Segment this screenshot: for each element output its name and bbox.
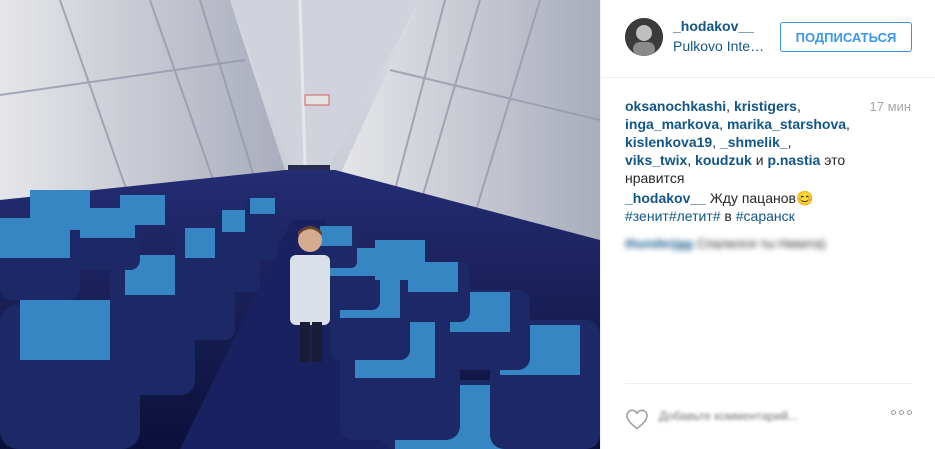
- likes-separator: ,: [719, 116, 727, 132]
- like-user[interactable]: viks_twix: [625, 152, 687, 168]
- airplane-cabin-image: [0, 0, 600, 449]
- likes-separator: ,: [796, 98, 801, 114]
- instagram-post: _hodakov__ Pulkovo International Airport…: [0, 0, 935, 449]
- post-time: 17 мин: [869, 99, 911, 114]
- more-options-icon[interactable]: [891, 410, 912, 415]
- hashtag-zenit[interactable]: #зенит: [625, 208, 669, 224]
- like-user[interactable]: oksanochkashi: [625, 98, 726, 114]
- hashtag-letit[interactable]: #летит#: [669, 208, 721, 224]
- likes-separator: ,: [787, 134, 792, 150]
- like-user[interactable]: inga_markova: [625, 116, 719, 132]
- comment-text: Спалился ты Никита): [696, 236, 826, 251]
- hashtag-saransk[interactable]: #саранск: [736, 208, 795, 224]
- follow-button[interactable]: ПОДПИСАТЬСЯ: [780, 22, 912, 52]
- like-user[interactable]: _shmelik_: [720, 134, 788, 150]
- dot-icon: [891, 410, 896, 415]
- like-user[interactable]: marika_starshova: [727, 116, 846, 132]
- like-user[interactable]: koudzuk: [695, 152, 752, 168]
- post-caption: _hodakov__ Жду пацанов😊 #зенит#летит# в #…: [625, 189, 905, 225]
- username-link[interactable]: _hodakov__: [673, 18, 754, 34]
- likes-separator: ,: [712, 134, 720, 150]
- post-actions: [625, 383, 912, 449]
- heart-icon[interactable]: [625, 408, 649, 430]
- avatar[interactable]: [625, 18, 663, 56]
- comment-input[interactable]: [659, 409, 859, 423]
- comment-username[interactable]: thunderjgg: [625, 236, 693, 251]
- location-link[interactable]: Pulkovo International Airport: [673, 38, 768, 54]
- post-photo[interactable]: [0, 0, 600, 449]
- caption-username[interactable]: _hodakov__: [625, 190, 706, 206]
- likes-and: и: [751, 152, 768, 168]
- likes-separator: ,: [687, 152, 696, 168]
- smile-emoji-icon: 😊: [795, 190, 814, 206]
- dot-icon: [899, 410, 904, 415]
- post-sidebar: _hodakov__ Pulkovo International Airport…: [600, 0, 935, 449]
- like-user[interactable]: kislenkova19: [625, 134, 712, 150]
- post-header: _hodakov__ Pulkovo International Airport…: [601, 0, 935, 78]
- caption-text: Жду пацанов: [705, 190, 796, 206]
- avatar-image: [625, 18, 663, 56]
- comment-item: thunderjgg Спалился ты Никита): [625, 236, 826, 251]
- caption-in-word: в: [720, 208, 736, 224]
- like-user[interactable]: p.nastia: [767, 152, 820, 168]
- likes-list: oksanochkashi, kristigers, inga_markova,…: [625, 97, 855, 187]
- likes-separator: ,: [846, 116, 850, 132]
- likes-separator: ,: [726, 98, 734, 114]
- dot-icon: [907, 410, 912, 415]
- like-user[interactable]: kristigers: [734, 98, 797, 114]
